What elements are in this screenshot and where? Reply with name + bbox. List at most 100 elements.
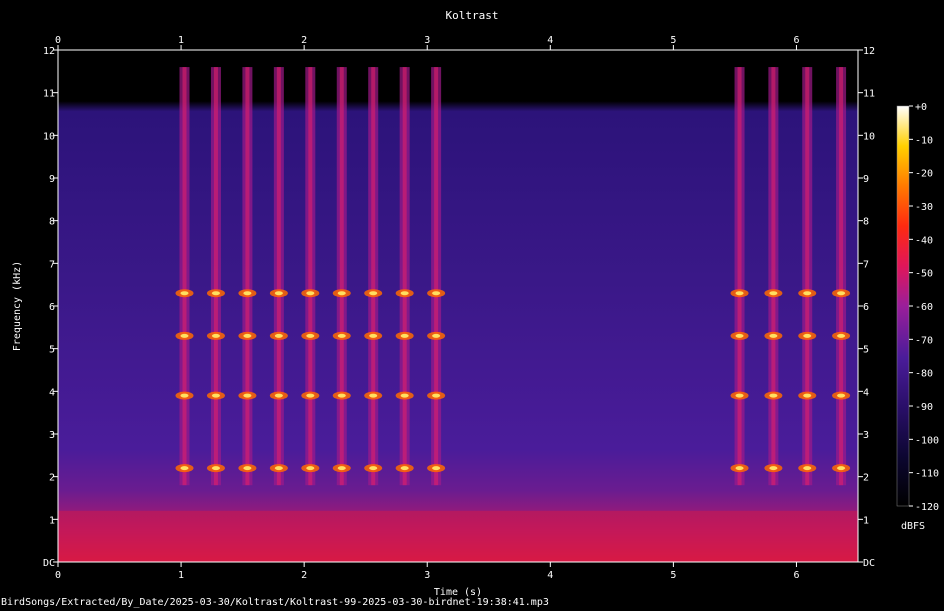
- harmonic-blob-core: [837, 291, 846, 296]
- harmonic-blob-core: [769, 291, 778, 296]
- y-tick-label-right: 10: [863, 131, 875, 142]
- y-tick-label: 5: [49, 345, 55, 356]
- harmonic-blob-core: [837, 393, 846, 398]
- y-tick-label-right: 8: [863, 217, 869, 228]
- syllable-core: [805, 67, 810, 486]
- harmonic-blob-core: [735, 291, 744, 296]
- y-tick-label: 4: [49, 387, 55, 398]
- harmonic-blob-core: [337, 393, 346, 398]
- colorbar-tick-label: -50: [915, 269, 933, 280]
- y-tick-label: 9: [49, 174, 55, 185]
- y-tick-label: 12: [43, 46, 55, 57]
- y-tick-label: DC: [43, 558, 55, 569]
- harmonic-blob-core: [211, 466, 220, 471]
- harmonic-blob-core: [180, 393, 189, 398]
- syllable-core: [771, 67, 776, 486]
- x-tick-label-top: 3: [424, 35, 430, 46]
- harmonic-blob-core: [837, 333, 846, 338]
- y-tick-label-right: 11: [863, 89, 875, 100]
- x-tick-label-top: 0: [55, 35, 61, 46]
- harmonic-blob-core: [243, 466, 252, 471]
- colorbar-tick-label: -60: [915, 302, 933, 313]
- syllable-core: [308, 67, 313, 486]
- harmonic-blob-core: [180, 291, 189, 296]
- colorbar-tick-label: -100: [915, 435, 939, 446]
- above-band-region: [58, 50, 858, 68]
- harmonic-blob-core: [369, 333, 378, 338]
- colorbar-label: dBFS: [901, 521, 925, 532]
- harmonic-blob-core: [243, 291, 252, 296]
- x-tick-label: 4: [547, 570, 553, 581]
- file-path: BirdSongs/Extracted/By_Date/2025-03-30/K…: [1, 597, 549, 608]
- harmonic-blob-core: [735, 466, 744, 471]
- y-tick-label-right: 12: [863, 46, 875, 57]
- y-tick-label: 8: [49, 217, 55, 228]
- harmonic-blob-core: [735, 333, 744, 338]
- colorbar-tick-label: -40: [915, 235, 933, 246]
- harmonic-blob-core: [274, 333, 283, 338]
- harmonic-blob-core: [769, 333, 778, 338]
- x-tick-label: 1: [178, 570, 184, 581]
- colorbar-tick-label: +0: [915, 102, 927, 113]
- x-tick-label: 0: [55, 570, 61, 581]
- syllable-core: [182, 67, 187, 486]
- y-tick-label: 6: [49, 302, 55, 313]
- y-axis-title: Frequency (kHz): [12, 261, 23, 351]
- x-tick-label: 2: [301, 570, 307, 581]
- harmonic-blob-core: [369, 393, 378, 398]
- y-tick-label-right: 3: [863, 430, 869, 441]
- y-tick-label-right: 1: [863, 515, 869, 526]
- x-tick-label: 3: [424, 570, 430, 581]
- x-tick-label-top: 2: [301, 35, 307, 46]
- harmonic-blob-core: [432, 393, 441, 398]
- harmonic-blob-core: [306, 393, 315, 398]
- x-tick-label: 5: [670, 570, 676, 581]
- harmonic-blob-core: [211, 393, 220, 398]
- harmonic-blob-core: [337, 333, 346, 338]
- harmonic-blob-core: [400, 291, 409, 296]
- y-tick-label: 7: [49, 259, 55, 270]
- colorbar-tick-label: -80: [915, 369, 933, 380]
- harmonic-blob-core: [400, 333, 409, 338]
- harmonic-blob-core: [274, 393, 283, 398]
- y-tick-label: 1: [49, 515, 55, 526]
- x-tick-label-top: 6: [793, 35, 799, 46]
- y-tick-label: 3: [49, 430, 55, 441]
- syllable-core: [371, 67, 376, 486]
- colorbar-tick-label: -10: [915, 135, 933, 146]
- harmonic-blob-core: [211, 291, 220, 296]
- syllable-core: [213, 67, 218, 486]
- y-tick-label-right: DC: [863, 558, 875, 569]
- harmonic-blob-core: [432, 291, 441, 296]
- colorbar: [896, 105, 910, 507]
- x-axis-title: Time (s): [434, 587, 482, 597]
- x-tick-label-top: 1: [178, 35, 184, 46]
- syllable-core: [737, 67, 742, 486]
- x-tick-label-top: 5: [670, 35, 676, 46]
- harmonic-blob-core: [735, 393, 744, 398]
- harmonic-blob-core: [432, 466, 441, 471]
- harmonic-blob-core: [306, 466, 315, 471]
- y-tick-label-right: 5: [863, 345, 869, 356]
- syllable-core: [245, 67, 250, 486]
- syllable-core: [434, 67, 439, 486]
- y-tick-label-right: 9: [863, 174, 869, 185]
- harmonic-blob-core: [306, 291, 315, 296]
- x-tick-label-top: 4: [547, 35, 553, 46]
- harmonic-blob-core: [803, 333, 812, 338]
- harmonic-blob-core: [337, 291, 346, 296]
- harmonic-blob-core: [337, 466, 346, 471]
- syllable-core: [339, 67, 344, 486]
- harmonic-blob-core: [803, 466, 812, 471]
- syllable-core: [276, 67, 281, 486]
- harmonic-blob-core: [400, 466, 409, 471]
- colorbar-ticks: +0 -10 -20 -30 -40 -50 -60 -70 -80 -90 -100 -110 -12…: [909, 102, 939, 513]
- harmonic-blob-core: [243, 393, 252, 398]
- harmonic-blob-core: [243, 333, 252, 338]
- x-tick-label: 6: [793, 570, 799, 581]
- harmonic-blob-core: [211, 333, 220, 338]
- harmonic-blob-core: [803, 393, 812, 398]
- colorbar-tick-label: -110: [915, 469, 939, 480]
- colorbar-tick-label: -90: [915, 402, 933, 413]
- y-tick-label-right: 7: [863, 259, 869, 270]
